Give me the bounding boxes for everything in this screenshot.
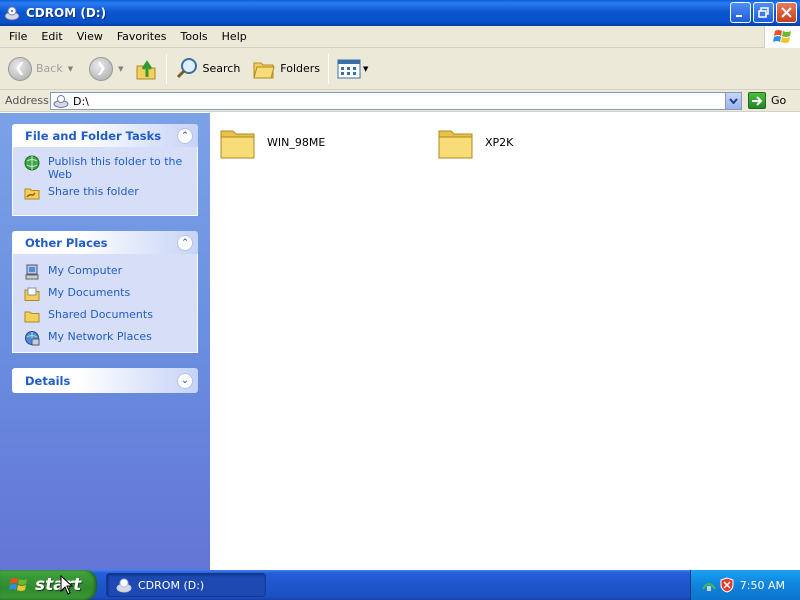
task-pane: File and Folder Tasks ⌃ Publish this fol… xyxy=(0,113,210,570)
menu-help[interactable]: Help xyxy=(215,27,254,47)
back-arrow-icon: ❮ xyxy=(8,56,32,81)
chevron-down-icon[interactable]: ▼ xyxy=(363,65,368,73)
back-label: Back xyxy=(36,62,63,75)
minimize-icon xyxy=(736,15,742,17)
menu-file[interactable]: File xyxy=(0,27,34,47)
expand-chevron-down-icon[interactable]: ⌄ xyxy=(177,372,193,389)
place-my-network-places[interactable]: My Network Places xyxy=(23,330,191,346)
mouse-cursor-icon xyxy=(60,575,74,595)
details-header[interactable]: Details ⌄ xyxy=(12,368,198,393)
taskbar-window-button[interactable]: CDROM (D:) xyxy=(106,573,266,597)
cdrom-icon xyxy=(116,578,132,593)
system-tray: 7:50 AM xyxy=(690,570,800,600)
other-places-panel: Other Places ⌃ My Computer My Documents xyxy=(12,231,198,353)
folder-name: WIN_98ME xyxy=(267,135,326,149)
go-arrow-icon xyxy=(748,92,766,109)
views-button[interactable]: ▼ xyxy=(333,52,372,86)
menu-tools[interactable]: Tools xyxy=(174,27,215,47)
taskbar: start CDROM (D:) 7:50 AM xyxy=(0,570,800,600)
start-label: start xyxy=(35,575,82,595)
views-icon xyxy=(337,59,361,78)
collapse-chevron-up-icon[interactable]: ⌃ xyxy=(177,127,193,144)
menu-view[interactable]: View xyxy=(70,27,110,47)
close-button[interactable] xyxy=(776,2,797,23)
address-bar: Address D:\ Go xyxy=(0,90,800,112)
close-icon xyxy=(781,7,792,18)
toolbar-separator xyxy=(328,53,330,84)
place-label: My Computer xyxy=(48,264,123,277)
cdrom-icon xyxy=(3,4,21,22)
folder-item[interactable]: XP2K xyxy=(437,123,513,161)
forward-arrow-icon: ❯ xyxy=(89,56,114,81)
network-places-icon xyxy=(23,330,41,346)
title-bar[interactable]: CDROM (D:) xyxy=(0,0,800,26)
place-my-computer[interactable]: My Computer xyxy=(23,264,191,280)
folders-icon xyxy=(253,62,275,78)
standard-toolbar: ❮ Back ▼ ❯ ▼ Search Folders ▼ xyxy=(0,48,800,90)
network-tray-icon[interactable] xyxy=(701,577,717,593)
place-shared-documents[interactable]: Shared Documents xyxy=(23,308,191,324)
folder-icon xyxy=(438,130,473,159)
address-input[interactable]: D:\ xyxy=(50,92,742,110)
start-button[interactable]: start xyxy=(0,570,97,600)
cdrom-icon xyxy=(53,95,69,108)
place-label: My Network Places xyxy=(48,330,152,343)
task-share-folder[interactable]: Share this folder xyxy=(23,185,191,201)
minimize-button[interactable] xyxy=(730,2,751,23)
folder-name: XP2K xyxy=(485,135,514,149)
window-title: CDROM (D:) xyxy=(26,6,107,20)
address-value: D:\ xyxy=(73,94,89,108)
my-documents-icon xyxy=(23,286,41,302)
up-folder-button[interactable] xyxy=(130,52,162,86)
restore-button[interactable] xyxy=(753,2,774,23)
folders-label: Folders xyxy=(280,62,321,75)
menu-bar: File Edit View Favorites Tools Help xyxy=(0,26,800,48)
place-label: My Documents xyxy=(48,286,131,299)
other-places-header[interactable]: Other Places ⌃ xyxy=(12,231,198,254)
go-button[interactable]: Go xyxy=(748,92,786,109)
chevron-down-icon[interactable]: ▼ xyxy=(118,65,123,73)
menu-edit[interactable]: Edit xyxy=(34,27,69,47)
folder-icon xyxy=(220,130,255,159)
place-label: Shared Documents xyxy=(48,308,153,321)
panel-title: Details xyxy=(25,373,71,388)
search-icon xyxy=(176,57,197,78)
taskbar-window-label: CDROM (D:) xyxy=(138,578,205,592)
go-label: Go xyxy=(771,94,787,107)
windows-logo-icon xyxy=(9,578,27,591)
share-folder-icon xyxy=(23,185,41,201)
task-label: Share this folder xyxy=(48,185,139,198)
search-button[interactable]: Search xyxy=(171,52,245,86)
security-shield-icon[interactable] xyxy=(719,577,735,593)
folder-item[interactable]: WIN_98ME xyxy=(219,123,325,161)
details-panel: Details ⌄ xyxy=(12,368,198,393)
back-button[interactable]: ❮ Back ▼ xyxy=(4,52,77,86)
file-folder-tasks-panel: File and Folder Tasks ⌃ Publish this fol… xyxy=(12,124,198,216)
menu-favorites[interactable]: Favorites xyxy=(110,27,174,47)
file-folder-tasks-header[interactable]: File and Folder Tasks ⌃ xyxy=(12,124,198,147)
panel-title: File and Folder Tasks xyxy=(25,128,162,143)
panel-title: Other Places xyxy=(25,235,108,250)
globe-publish-icon xyxy=(23,155,41,171)
chevron-down-icon xyxy=(729,98,738,104)
toolbar-separator xyxy=(165,53,167,84)
up-folder-icon xyxy=(136,59,155,79)
task-publish-web[interactable]: Publish this folder to the Web xyxy=(23,155,191,181)
my-computer-icon xyxy=(23,264,41,280)
windows-logo-icon xyxy=(764,26,800,48)
clock: 7:50 AM xyxy=(739,578,785,592)
restore-icon xyxy=(758,7,769,18)
task-label: Publish this folder to the Web xyxy=(48,155,183,181)
collapse-chevron-up-icon[interactable]: ⌃ xyxy=(177,234,193,251)
place-my-documents[interactable]: My Documents xyxy=(23,286,191,302)
folder-contents[interactable]: WIN_98ME XP2K xyxy=(210,113,800,570)
forward-button[interactable]: ❯ ▼ xyxy=(85,52,127,86)
chevron-down-icon[interactable]: ▼ xyxy=(68,65,73,73)
folders-button[interactable]: Folders xyxy=(248,52,324,86)
shared-documents-icon xyxy=(23,308,41,324)
address-label: Address xyxy=(5,94,49,107)
search-label: Search xyxy=(202,62,241,75)
address-dropdown-button[interactable] xyxy=(725,93,741,109)
